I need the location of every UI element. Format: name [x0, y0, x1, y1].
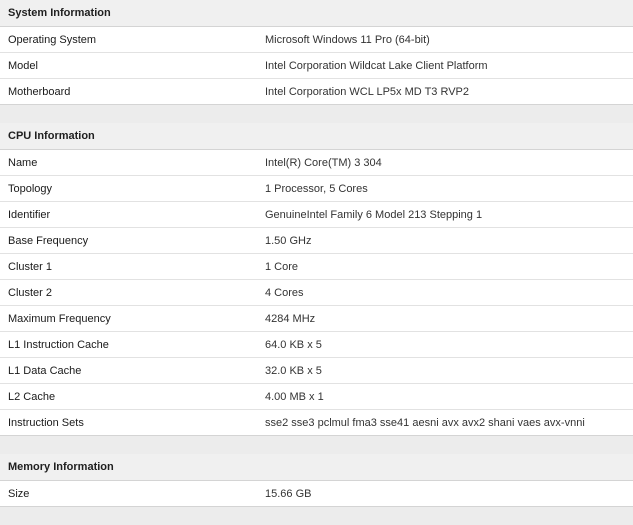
row-label: Model: [8, 59, 38, 72]
row-value: 64.0 KB x 5: [265, 338, 322, 351]
row-label: Maximum Frequency: [8, 312, 111, 325]
row-value: 1 Core: [265, 260, 299, 273]
row-label: Name: [8, 156, 38, 169]
table-row-l2-cache: L2 Cache 4.00 MB x 1: [0, 384, 633, 410]
row-label: Topology: [8, 182, 53, 195]
row-label: Motherboard: [8, 85, 71, 98]
row-label: L1 Instruction Cache: [8, 338, 109, 351]
table-row-identifier: Identifier GenuineIntel Family 6 Model 2…: [0, 202, 633, 228]
table-row-cluster-1: Cluster 1 1 Core: [0, 254, 633, 280]
row-value: 32.0 KB x 5: [265, 364, 322, 377]
row-label: L1 Data Cache: [8, 364, 82, 377]
table-row-size: Size 15.66 GB: [0, 481, 633, 506]
table-row-l1-instruction-cache: L1 Instruction Cache 64.0 KB x 5: [0, 332, 633, 358]
row-value: 1 Processor, 5 Cores: [265, 182, 368, 195]
row-label: Cluster 2: [8, 286, 53, 299]
row-value: Microsoft Windows 11 Pro (64-bit): [265, 33, 430, 46]
table-row-cluster-2: Cluster 2 4 Cores: [0, 280, 633, 306]
row-value: Intel(R) Core(TM) 3 304: [265, 156, 382, 169]
memory-information-section: Memory Information Size 15.66 GB: [0, 454, 633, 507]
row-value: 15.66 GB: [265, 487, 312, 500]
row-label: Size: [8, 487, 30, 500]
row-value: 4.00 MB x 1: [265, 390, 324, 403]
section-gap: [0, 105, 633, 123]
row-label: L2 Cache: [8, 390, 56, 403]
table-row-l1-data-cache: L1 Data Cache 32.0 KB x 5: [0, 358, 633, 384]
row-label: Operating System: [8, 33, 97, 46]
row-value: 1.50 GHz: [265, 234, 312, 247]
table-row-model: Model Intel Corporation Wildcat Lake Cli…: [0, 53, 633, 79]
cpu-information-section: CPU Information Name Intel(R) Core(TM) 3…: [0, 123, 633, 436]
row-label: Instruction Sets: [8, 416, 84, 429]
memory-information-header: Memory Information: [0, 454, 633, 481]
row-value: Intel Corporation WCL LP5x MD T3 RVP2: [265, 85, 469, 98]
table-row-operating-system: Operating System Microsoft Windows 11 Pr…: [0, 27, 633, 53]
cpu-information-header: CPU Information: [0, 123, 633, 150]
system-information-header: System Information: [0, 0, 633, 27]
system-information-section: System Information Operating System Micr…: [0, 0, 633, 105]
row-label: Base Frequency: [8, 234, 89, 247]
table-row-base-frequency: Base Frequency 1.50 GHz: [0, 228, 633, 254]
row-label: Cluster 1: [8, 260, 53, 273]
row-value: Intel Corporation Wildcat Lake Client Pl…: [265, 59, 488, 72]
table-row-motherboard: Motherboard Intel Corporation WCL LP5x M…: [0, 79, 633, 104]
row-value: 4 Cores: [265, 286, 304, 299]
row-label: Identifier: [8, 208, 51, 221]
row-value: GenuineIntel Family 6 Model 213 Stepping…: [265, 208, 483, 221]
table-row-name: Name Intel(R) Core(TM) 3 304: [0, 150, 633, 176]
row-value: 4284 MHz: [265, 312, 316, 325]
row-value: sse2 sse3 pclmul fma3 sse41 aesni avx av…: [265, 416, 585, 429]
table-row-topology: Topology 1 Processor, 5 Cores: [0, 176, 633, 202]
table-row-maximum-frequency: Maximum Frequency 4284 MHz: [0, 306, 633, 332]
system-info-page: System Information Operating System Micr…: [0, 0, 633, 525]
section-gap: [0, 436, 633, 454]
table-row-instruction-sets: Instruction Sets sse2 sse3 pclmul fma3 s…: [0, 410, 633, 435]
